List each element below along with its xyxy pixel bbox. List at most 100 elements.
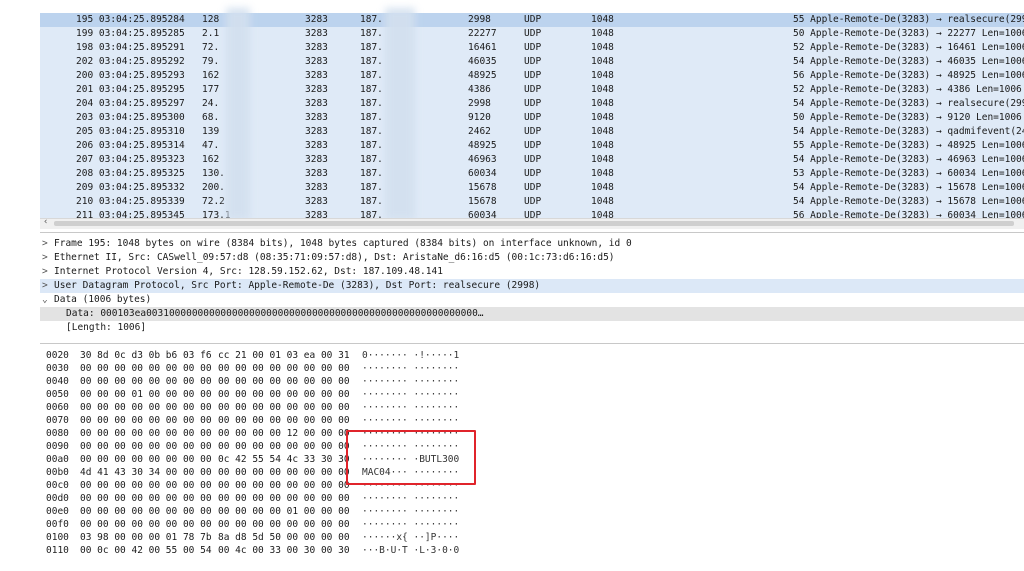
hex-row[interactable]: 00a0 00 00 00 00 00 00 00 00 0c 42 55 54 4…: [40, 453, 1024, 466]
detail-tree-item[interactable]: ⌄ Data (1006 bytes): [40, 293, 1024, 307]
packet-row[interactable]: 201 03:04:25.895295 177 3283 187. 4386 UDP 104…: [40, 83, 1024, 97]
detail-tree-item[interactable]: Data: 000103ea00310000000000000000000000…: [40, 307, 1024, 321]
packet-row[interactable]: 198 03:04:25.895291 72. 3283 187. 16461 UDP 10…: [40, 41, 1024, 55]
detail-tree-item[interactable]: > Frame 195: 1048 bytes on wire (8384 bit…: [40, 237, 1024, 251]
hex-bytes-high: 00 00 00 00 00 00 00 00: [218, 389, 350, 400]
redacted-src-address: [226, 8, 250, 220]
chevron-right-icon[interactable]: >: [42, 279, 52, 293]
scroll-left-icon[interactable]: ‹: [43, 217, 48, 227]
packet-dst-port: 4386: [468, 84, 491, 95]
hex-row[interactable]: 0100 03 98 00 00 00 01 78 7b 8a d8 5d 50 0…: [40, 531, 1024, 544]
hex-bytes-low: 03 98 00 00 00 01 78 7b: [80, 532, 212, 543]
packet-src-port: 3283: [305, 196, 328, 207]
detail-tree-item[interactable]: [Length: 1006]: [40, 321, 1024, 335]
packet-row[interactable]: 204 03:04:25.895297 24. 3283 187. 2998 UDP 104…: [40, 97, 1024, 111]
packet-row[interactable]: 209 03:04:25.895332 200. 3283 187. 15678 UDP 1…: [40, 181, 1024, 195]
hex-bytes-high: cc 21 00 01 03 ea 00 31: [218, 350, 350, 361]
hex-bytes-high: 00 00 00 00 00 00 00 00: [218, 363, 350, 374]
hex-offset: 00d0: [46, 493, 69, 504]
hex-offset: 00f0: [46, 519, 69, 530]
packet-info: 54 Apple-Remote-De(3283) → 46035 Len=100…: [793, 56, 1024, 67]
packet-row[interactable]: 208 03:04:25.895325 130. 3283 187. 60034 UDP 1…: [40, 167, 1024, 181]
scroll-thumb[interactable]: [54, 221, 1014, 226]
packet-no-time: 203 03:04:25.895300: [76, 112, 185, 123]
hex-bytes-low: 00 00 00 00 00 00 00 00: [80, 493, 212, 504]
hex-ascii: ········ ········: [362, 402, 460, 413]
hex-bytes-high: 0c 42 55 54 4c 33 30 30: [218, 454, 350, 465]
packet-destination: 187.: [360, 182, 383, 193]
hex-row[interactable]: 0030 00 00 00 00 00 00 00 00 00 00 00 00 0…: [40, 362, 1024, 375]
packet-source: 47.: [202, 140, 220, 151]
packet-dst-port: 60034: [468, 168, 497, 179]
packet-row[interactable]: 205 03:04:25.895310 139 3283 187. 2462 UDP 104…: [40, 125, 1024, 139]
packet-length: 1048: [591, 42, 614, 53]
hex-offset: 0090: [46, 441, 69, 452]
hex-offset: 0110: [46, 545, 69, 556]
hex-bytes-low: 00 00 00 00 00 00 00 00: [80, 402, 212, 413]
hex-row[interactable]: 0110 00 0c 00 42 00 55 00 54 00 4c 00 33 0…: [40, 544, 1024, 557]
packet-src-port: 3283: [305, 112, 328, 123]
chevron-down-icon[interactable]: ⌄: [42, 293, 52, 307]
hex-bytes-low: 00 00 00 00 00 00 00 00: [80, 506, 212, 517]
hex-row[interactable]: 00f0 00 00 00 00 00 00 00 00 00 00 00 00 0…: [40, 518, 1024, 531]
packet-length: 1048: [591, 28, 614, 39]
packet-details-pane: > Frame 195: 1048 bytes on wire (8384 bit…: [40, 232, 1024, 344]
hex-bytes-low: 00 00 00 01 00 00 00 00: [80, 389, 212, 400]
hex-row[interactable]: 0020 30 8d 0c d3 0b b6 03 f6 cc 21 00 01 0…: [40, 349, 1024, 362]
hex-bytes-high: 00 4c 00 33 00 30 00 30: [218, 545, 350, 556]
packet-row[interactable]: 195 03:04:25.895284 128 3283 187. 2998 UDP 104…: [40, 13, 1024, 27]
packet-length: 1048: [591, 84, 614, 95]
packet-list-hscrollbar[interactable]: ‹: [40, 217, 1024, 229]
packet-row[interactable]: 202 03:04:25.895292 79. 3283 187. 46035 UDP 10…: [40, 55, 1024, 69]
hex-ascii: ···B·U·T ·L·3·0·0: [362, 545, 460, 556]
packet-length: 1048: [591, 154, 614, 165]
packet-src-port: 3283: [305, 154, 328, 165]
packet-no-time: 210 03:04:25.895339: [76, 196, 185, 207]
packet-row[interactable]: 207 03:04:25.895323 162 3283 187. 46963 UDP 10…: [40, 153, 1024, 167]
chevron-right-icon[interactable]: >: [42, 265, 52, 279]
hex-bytes-high: 00 00 00 00 00 00 00 00: [218, 493, 350, 504]
hex-row[interactable]: 00d0 00 00 00 00 00 00 00 00 00 00 00 00 0…: [40, 492, 1024, 505]
detail-tree-label: User Datagram Protocol, Src Port: Apple-…: [54, 280, 541, 291]
hex-row[interactable]: 0060 00 00 00 00 00 00 00 00 00 00 00 00 0…: [40, 401, 1024, 414]
packet-protocol: UDP: [524, 154, 542, 165]
detail-tree-item[interactable]: > User Datagram Protocol, Src Port: Apple…: [40, 279, 1024, 293]
detail-tree-item[interactable]: > Ethernet II, Src: CASwell_09:57:d8 (08:…: [40, 251, 1024, 265]
hex-bytes-low: 00 00 00 00 00 00 00 00: [80, 519, 212, 530]
hex-bytes-high: 00 00 00 00 00 00 00 00: [218, 519, 350, 530]
packet-destination: 187.: [360, 154, 383, 165]
hex-row[interactable]: 0080 00 00 00 00 00 00 00 00 00 00 00 00 1…: [40, 427, 1024, 440]
hex-row[interactable]: 00b0 4d 41 43 30 34 00 00 00 00 00 00 00 0…: [40, 466, 1024, 479]
packet-row[interactable]: 206 03:04:25.895314 47. 3283 187. 48925 UDP 10…: [40, 139, 1024, 153]
packet-dst-port: 22277: [468, 28, 497, 39]
packet-source: 177: [202, 84, 220, 95]
hex-bytes-low: 00 00 00 00 00 00 00 00: [80, 363, 212, 374]
hex-row[interactable]: 0070 00 00 00 00 00 00 00 00 00 00 00 00 0…: [40, 414, 1024, 427]
detail-tree-item[interactable]: > Internet Protocol Version 4, Src: 128.5…: [40, 265, 1024, 279]
hex-row[interactable]: 0040 00 00 00 00 00 00 00 00 00 00 00 00 0…: [40, 375, 1024, 388]
packet-protocol: UDP: [524, 196, 542, 207]
packet-destination: 187.: [360, 112, 383, 123]
hex-bytes-low: 00 00 00 00 00 00 00 00: [80, 441, 212, 452]
detail-tree-label: Frame 195: 1048 bytes on wire (8384 bits…: [54, 238, 632, 249]
packet-source: 68.: [202, 112, 220, 123]
packet-protocol: UDP: [524, 56, 542, 67]
packet-row[interactable]: 203 03:04:25.895300 68. 3283 187. 9120 UDP 104…: [40, 111, 1024, 125]
packet-source: 162: [202, 70, 220, 81]
packet-source: 200.: [202, 182, 225, 193]
packet-no-time: 202 03:04:25.895292: [76, 56, 185, 67]
hex-row[interactable]: 00c0 00 00 00 00 00 00 00 00 00 00 00 00 0…: [40, 479, 1024, 492]
packet-src-port: 3283: [305, 70, 328, 81]
packet-row[interactable]: 210 03:04:25.895339 72.2 3283 187. 15678 UDP 1…: [40, 195, 1024, 209]
chevron-right-icon[interactable]: >: [42, 251, 52, 265]
hex-row[interactable]: 0050 00 00 00 01 00 00 00 00 00 00 00 00 0…: [40, 388, 1024, 401]
packet-row[interactable]: 199 03:04:25.895285 2.1 3283 187. 22277 UDP 10…: [40, 27, 1024, 41]
chevron-right-icon[interactable]: >: [42, 237, 52, 251]
hex-row[interactable]: 00e0 00 00 00 00 00 00 00 00 00 00 00 00 0…: [40, 505, 1024, 518]
hex-bytes-high: 00 00 00 00 00 00 00 00: [218, 415, 350, 426]
packet-row[interactable]: 200 03:04:25.895293 162 3283 187. 48925 UDP 10…: [40, 69, 1024, 83]
packet-dst-port: 9120: [468, 112, 491, 123]
packet-info: 55 Apple-Remote-De(3283) → 48925 Len=100…: [793, 140, 1024, 151]
hex-row[interactable]: 0090 00 00 00 00 00 00 00 00 00 00 00 00 0…: [40, 440, 1024, 453]
packet-source: 79.: [202, 56, 220, 67]
